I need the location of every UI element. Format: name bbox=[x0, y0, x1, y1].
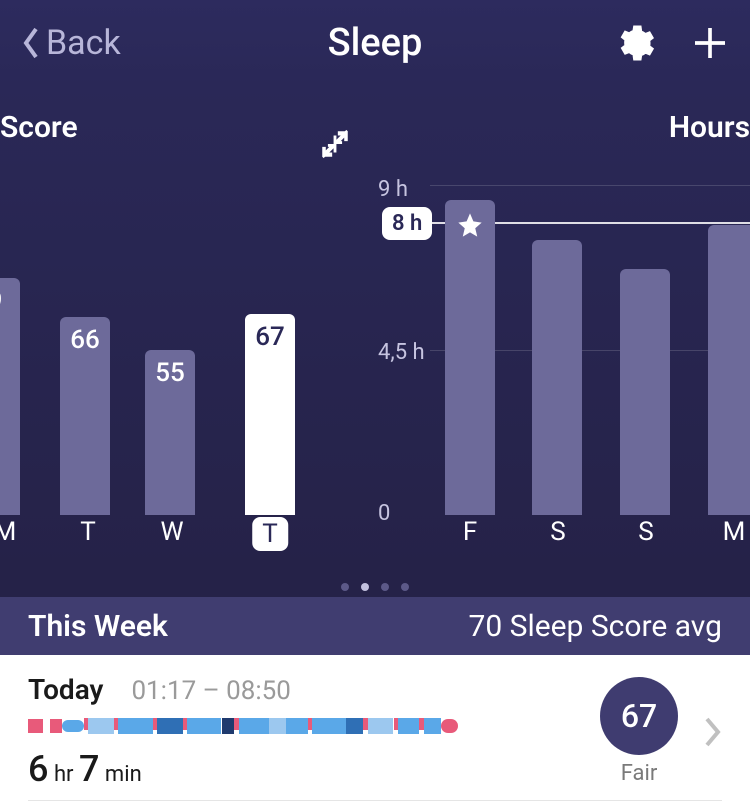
day-label: T bbox=[80, 517, 96, 547]
expand-icon[interactable] bbox=[318, 127, 352, 161]
goal-badge: 8 h bbox=[382, 207, 432, 240]
hours-chart: 9 h 4,5 h 0 8 h bbox=[380, 185, 750, 515]
header-bar: Back Sleep bbox=[0, 0, 750, 85]
stripe-segment bbox=[346, 718, 363, 734]
hours-bar bbox=[708, 225, 750, 515]
y-tick: 4,5 h bbox=[378, 340, 425, 365]
stripe-segment bbox=[88, 718, 114, 734]
star-icon bbox=[456, 211, 484, 239]
score-bar: 67 bbox=[245, 314, 295, 515]
page-title: Sleep bbox=[328, 21, 423, 65]
hours-bar bbox=[445, 200, 495, 515]
day-label: S bbox=[638, 517, 653, 547]
score-chart: 96655 67 bbox=[0, 185, 340, 515]
plus-icon[interactable] bbox=[690, 23, 730, 63]
day-label: F bbox=[463, 517, 477, 547]
stripe-segment bbox=[239, 718, 269, 734]
day-label: M bbox=[0, 517, 16, 547]
pager-wrap bbox=[0, 575, 750, 597]
day-label: T bbox=[252, 517, 288, 551]
sleep-stripe bbox=[28, 718, 458, 734]
pager-dot[interactable] bbox=[401, 583, 409, 591]
today-left: Today 01:17 – 08:50 6 hr 7 min bbox=[28, 673, 600, 790]
stripe-segment bbox=[118, 718, 152, 734]
score-label: Fair bbox=[621, 761, 658, 786]
today-title: Today bbox=[28, 673, 103, 706]
summary-bar: This Week 70 Sleep Score avg bbox=[0, 597, 750, 655]
score-circle: 67 bbox=[600, 677, 678, 755]
pager-dot[interactable] bbox=[341, 583, 349, 591]
gear-icon[interactable] bbox=[614, 23, 654, 63]
week-label: This Week bbox=[28, 609, 168, 644]
stripe-segment bbox=[222, 718, 235, 734]
chevron-left-icon bbox=[20, 25, 40, 61]
chart-subheaders: Score Hours bbox=[0, 110, 750, 145]
back-label: Back bbox=[46, 23, 121, 63]
today-card[interactable]: Today 01:17 – 08:50 6 hr 7 min 67 Fair bbox=[0, 655, 750, 800]
y-tick: 9 h bbox=[378, 177, 408, 202]
score-column: 67 Fair bbox=[600, 677, 678, 786]
header-actions bbox=[614, 23, 730, 63]
chart-area[interactable]: Score Hours 96655 67 9 h 4,5 h 0 8 h M T W T… bbox=[0, 85, 750, 575]
hours-bar bbox=[532, 240, 582, 515]
stripe-segment bbox=[398, 718, 420, 734]
pager-dot[interactable] bbox=[381, 583, 389, 591]
page-indicator bbox=[341, 583, 409, 591]
stripe-segment bbox=[62, 720, 84, 732]
stripe-segment bbox=[28, 719, 43, 733]
stripe-segment bbox=[157, 718, 183, 734]
avg-label: 70 Sleep Score avg bbox=[468, 609, 722, 644]
score-tab-label: Score bbox=[0, 110, 78, 145]
stripe-segment bbox=[424, 718, 441, 734]
score-bar: 66 bbox=[60, 317, 110, 515]
stripe-segment bbox=[368, 718, 394, 734]
hours-bar bbox=[620, 269, 670, 515]
day-label: M bbox=[723, 517, 746, 547]
stripe-segment bbox=[50, 719, 63, 733]
duration: 6 hr 7 min bbox=[28, 748, 600, 790]
chevron-right-icon bbox=[704, 716, 722, 748]
back-button[interactable]: Back bbox=[20, 23, 121, 63]
stripe-segment bbox=[312, 718, 346, 734]
stripe-segment bbox=[187, 718, 221, 734]
hours-tab-label: Hours bbox=[669, 110, 750, 145]
stripe-segment bbox=[269, 718, 286, 734]
stripe-segment bbox=[286, 718, 308, 734]
stripe-segment bbox=[441, 719, 458, 733]
score-bar: 9 bbox=[0, 278, 20, 515]
day-axis: MTWTFSSM bbox=[0, 517, 750, 557]
day-label: S bbox=[550, 517, 565, 547]
today-range: 01:17 – 08:50 bbox=[131, 676, 290, 706]
day-label: W bbox=[160, 517, 183, 547]
pager-dot[interactable] bbox=[361, 583, 369, 591]
score-bar: 55 bbox=[145, 350, 195, 515]
